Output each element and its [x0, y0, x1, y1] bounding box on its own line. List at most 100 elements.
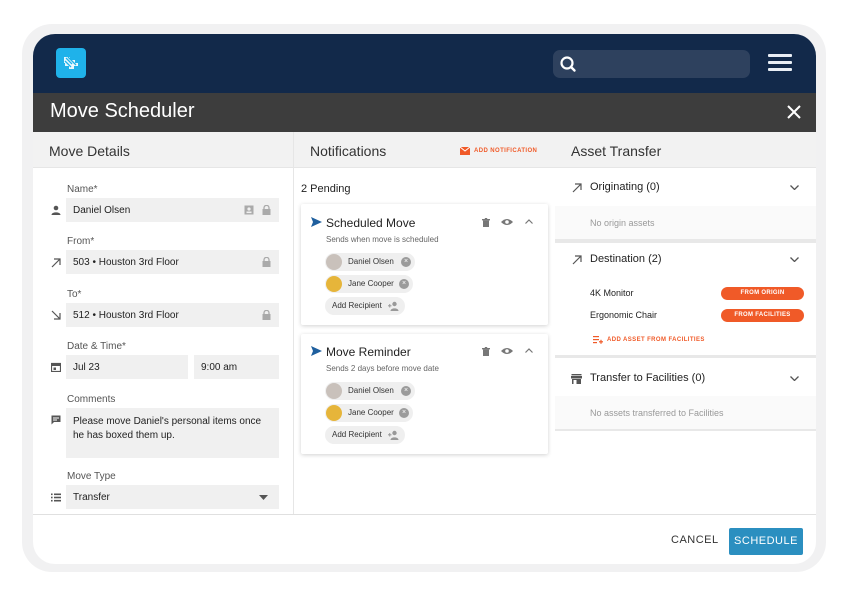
to-field[interactable]: 512 • Houston 3rd Floor	[66, 303, 279, 327]
dialog-title-bar: Move Scheduler	[33, 93, 816, 132]
close-icon[interactable]	[785, 103, 803, 121]
move-type-value: Transfer	[73, 492, 110, 503]
recipient-chip[interactable]: Daniel Olsen ×	[325, 382, 415, 400]
add-recipient-label: Add Recipient	[332, 430, 382, 439]
notification-title: Move Reminder	[326, 345, 411, 359]
section-divider	[555, 355, 816, 358]
remove-recipient-icon[interactable]: ×	[401, 257, 411, 267]
stairs-logo-icon[interactable]	[56, 48, 86, 78]
store-icon	[571, 374, 582, 384]
recipient-name: Jane Cooper	[348, 408, 394, 417]
avatar	[326, 405, 342, 421]
recipient-name: Daniel Olsen	[348, 257, 394, 266]
recipient-name: Jane Cooper	[348, 279, 394, 288]
originating-section-header[interactable]: Originating (0)	[555, 181, 816, 207]
date-value: Jul 23	[73, 362, 100, 373]
remove-recipient-icon[interactable]: ×	[399, 408, 409, 418]
notification-card[interactable]: Move Reminder Sends 2 days before move d…	[301, 334, 548, 454]
no-transferred-assets-text: No assets transferred to Facilities	[555, 396, 816, 430]
arrow-up-right-icon	[51, 258, 61, 268]
search-icon	[560, 56, 576, 72]
remove-recipient-icon[interactable]: ×	[401, 386, 411, 396]
chevron-down-icon[interactable]	[790, 257, 799, 262]
column-divider	[293, 132, 294, 514]
add-recipient-button[interactable]: Add Recipient	[325, 426, 405, 444]
pending-count: 2 Pending	[301, 183, 351, 195]
mail-icon	[460, 147, 470, 155]
lock-icon	[262, 257, 271, 267]
chevron-down-icon[interactable]	[790, 376, 799, 381]
section-divider	[555, 429, 816, 431]
playlist-add-icon	[593, 336, 603, 344]
recipient-name: Daniel Olsen	[348, 386, 394, 395]
asset-source-badge: FROM ORIGIN	[721, 287, 804, 300]
notification-card[interactable]: Scheduled Move Sends when move is schedu…	[301, 204, 548, 325]
datetime-label: Date & Time*	[67, 341, 126, 352]
hamburger-menu-icon[interactable]	[768, 54, 792, 72]
date-field[interactable]: Jul 23	[66, 355, 188, 379]
section-divider	[555, 239, 816, 243]
comments-field[interactable]: Please move Daniel's personal items once…	[66, 408, 279, 458]
move-type-select[interactable]: Transfer	[66, 485, 279, 509]
move-type-label: Move Type	[67, 471, 116, 482]
from-value: 503 • Houston 3rd Floor	[73, 257, 179, 268]
lock-icon	[262, 310, 271, 320]
comments-label: Comments	[67, 394, 116, 405]
notification-title: Scheduled Move	[326, 216, 416, 230]
remove-recipient-icon[interactable]: ×	[399, 279, 409, 289]
asset-name: 4K Monitor	[590, 288, 634, 298]
top-navigation-bar	[33, 34, 816, 93]
add-recipient-label: Add Recipient	[332, 301, 382, 310]
from-field[interactable]: 503 • Houston 3rd Floor	[66, 250, 279, 274]
avatar	[326, 254, 342, 270]
from-label: From*	[67, 236, 95, 247]
footer-divider	[33, 514, 816, 515]
calendar-icon	[51, 362, 61, 372]
add-person-icon	[388, 430, 399, 440]
destination-section-header[interactable]: Destination (2)	[555, 253, 816, 279]
chevron-down-icon[interactable]	[790, 185, 799, 190]
arrow-up-right-icon	[572, 183, 582, 193]
trash-icon[interactable]	[482, 347, 490, 356]
add-asset-label: ADD ASSET FROM FACILITIES	[607, 337, 705, 343]
caret-down-icon[interactable]	[259, 495, 268, 500]
search-input[interactable]	[553, 50, 750, 78]
add-notification-label: ADD NOTIFICATION	[474, 148, 538, 154]
eye-icon[interactable]	[501, 218, 513, 226]
cancel-button[interactable]: CANCEL	[671, 534, 719, 546]
asset-transfer-heading: Asset Transfer	[555, 132, 816, 168]
add-recipient-button[interactable]: Add Recipient	[325, 297, 405, 315]
eye-icon[interactable]	[501, 347, 513, 355]
app-window: Move Scheduler Move Details Notification…	[33, 34, 816, 564]
contact-card-icon	[244, 205, 254, 215]
asset-source-badge: FROM FACILITIES	[721, 309, 804, 322]
send-icon	[311, 217, 322, 227]
avatar	[326, 276, 342, 292]
transfer-facilities-section-header[interactable]: Transfer to Facilities (0)	[555, 372, 816, 398]
name-label: Name*	[67, 184, 98, 195]
lock-icon	[262, 205, 271, 215]
chevron-up-icon[interactable]	[525, 219, 533, 224]
avatar	[326, 383, 342, 399]
chevron-up-icon[interactable]	[525, 348, 533, 353]
recipient-chip[interactable]: Daniel Olsen ×	[325, 253, 415, 271]
recipient-chip[interactable]: Jane Cooper ×	[325, 275, 413, 293]
arrow-down-right-icon	[51, 310, 61, 320]
time-field[interactable]: 9:00 am	[194, 355, 279, 379]
transfer-facilities-label: Transfer to Facilities (0)	[590, 372, 706, 384]
destination-label: Destination (2)	[590, 253, 662, 265]
trash-icon[interactable]	[482, 218, 490, 227]
to-value: 512 • Houston 3rd Floor	[73, 310, 179, 321]
send-icon	[311, 346, 322, 356]
recipient-chip[interactable]: Jane Cooper ×	[325, 404, 413, 422]
comment-icon	[51, 415, 61, 425]
list-icon	[51, 493, 61, 502]
comments-value: Please move Daniel's personal items once…	[73, 416, 262, 441]
name-value: Daniel Olsen	[73, 205, 131, 216]
schedule-button[interactable]: SCHEDULE	[729, 528, 803, 555]
person-icon	[51, 205, 61, 215]
notification-subtitle: Sends when move is scheduled	[326, 235, 439, 244]
originating-label: Originating (0)	[590, 181, 660, 193]
no-origin-assets-text: No origin assets	[555, 206, 816, 240]
notification-subtitle: Sends 2 days before move date	[326, 364, 439, 373]
